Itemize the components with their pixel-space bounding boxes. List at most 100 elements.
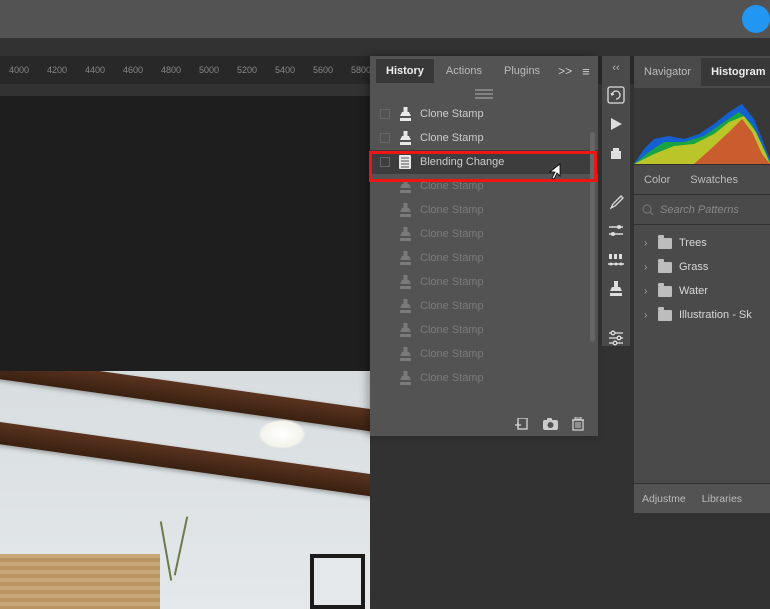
levels-icon[interactable] [606, 251, 626, 268]
document-image[interactable] [0, 371, 370, 609]
pattern-folder-label: Grass [679, 261, 708, 273]
sliders-icon[interactable] [606, 223, 626, 240]
history-item[interactable]: Blending Change [370, 150, 598, 174]
collapse-arrows-icon[interactable]: ‹‹ [612, 62, 619, 74]
history-item-label: Clone Stamp [420, 348, 484, 360]
ruler-tick: 5000 [190, 65, 228, 75]
folder-icon [658, 262, 672, 273]
ruler-tick: 4200 [38, 65, 76, 75]
panel-menu-icon[interactable]: ≡ [578, 64, 594, 79]
history-visibility-toggle[interactable] [380, 301, 390, 311]
delete-state-icon[interactable] [572, 417, 584, 431]
pattern-folder-item[interactable]: ›Trees [634, 231, 770, 255]
history-item[interactable]: Clone Stamp [370, 126, 598, 150]
collapsed-panel-dock: ‹‹ [602, 56, 630, 346]
history-item-label: Clone Stamp [420, 180, 484, 192]
right-panel-group: Navigator Histogram Color Swatches Searc… [634, 56, 770, 513]
ruler-tick: 4800 [152, 65, 190, 75]
chevron-right-icon: › [644, 310, 651, 321]
history-item[interactable]: Clone Stamp [370, 270, 598, 294]
history-item[interactable]: Clone Stamp [370, 174, 598, 198]
play-icon[interactable] [606, 116, 626, 133]
account-avatar[interactable] [742, 5, 770, 33]
history-item[interactable]: Clone Stamp [370, 102, 598, 126]
tab-adjustments[interactable]: Adjustme [634, 486, 694, 512]
chevron-right-icon: › [644, 286, 651, 297]
ceiling-beam [0, 371, 370, 432]
history-visibility-toggle[interactable] [380, 325, 390, 335]
patterns-search[interactable]: Search Patterns [634, 194, 770, 224]
history-panel: History Actions Plugins >> ≡ Clone Stamp… [370, 56, 598, 436]
create-snapshot-icon[interactable] [543, 418, 558, 430]
history-item[interactable]: Clone Stamp [370, 342, 598, 366]
expand-panels-icon[interactable]: >> [554, 64, 576, 78]
pattern-folder-item[interactable]: › Water [634, 279, 770, 303]
history-snapshot-bar[interactable] [370, 86, 598, 102]
tab-histogram[interactable]: Histogram [701, 58, 770, 86]
pattern-folder-label: Illustration - Sk [679, 309, 752, 321]
ruler-tick: 5400 [266, 65, 304, 75]
history-swirl-icon[interactable] [606, 86, 626, 104]
history-visibility-toggle[interactable] [380, 349, 390, 359]
history-visibility-toggle[interactable] [380, 157, 390, 167]
tab-plugins[interactable]: Plugins [494, 59, 550, 83]
history-panel-footer [370, 412, 598, 436]
tab-swatches[interactable]: Swatches [680, 167, 748, 193]
clone-stamp-icon [398, 299, 412, 314]
clone-stamp-icon [398, 371, 412, 386]
cursor-pointer-icon [546, 163, 561, 181]
clone-stamp-icon [398, 131, 412, 146]
building-icon[interactable] [606, 145, 626, 162]
clone-stamp-icon [398, 179, 412, 194]
history-item-label: Clone Stamp [420, 132, 484, 144]
history-visibility-toggle[interactable] [380, 181, 390, 191]
chevron-right-icon: › [644, 238, 651, 249]
clone-stamp-icon [398, 347, 412, 362]
history-item[interactable]: Clone Stamp [370, 198, 598, 222]
history-item[interactable]: Clone Stamp [370, 318, 598, 342]
chevron-right-icon: › [644, 262, 651, 273]
history-visibility-toggle[interactable] [380, 277, 390, 287]
history-list: Clone StampClone StampBlending ChangeClo… [370, 102, 598, 412]
history-visibility-toggle[interactable] [380, 253, 390, 263]
tab-history[interactable]: History [376, 59, 434, 83]
new-document-from-state-icon[interactable] [515, 418, 529, 431]
scrollbar[interactable] [590, 132, 595, 342]
ruler-tick: 5200 [228, 65, 266, 75]
history-item[interactable]: Clone Stamp [370, 366, 598, 390]
search-icon [642, 204, 654, 216]
history-item-label: Clone Stamp [420, 300, 484, 312]
wall-frame [310, 554, 365, 609]
tab-color[interactable]: Color [634, 167, 680, 193]
options-bar [0, 38, 770, 56]
brush-icon[interactable] [606, 194, 626, 211]
histogram-display [634, 88, 770, 164]
clone-stamp-icon [398, 251, 412, 266]
history-item[interactable]: Clone Stamp [370, 294, 598, 318]
pattern-folder-label: Water [679, 285, 708, 297]
tab-navigator[interactable]: Navigator [634, 58, 701, 86]
history-item[interactable]: Clone Stamp [370, 246, 598, 270]
ceiling-beam [0, 417, 370, 497]
ceiling-light [258, 419, 306, 449]
history-item-label: Clone Stamp [420, 324, 484, 336]
clone-stamp-icon [398, 203, 412, 218]
pattern-folder-item[interactable]: › Grass [634, 255, 770, 279]
bottom-tabs: Adjustme Libraries [634, 483, 770, 513]
adjustments-icon[interactable] [606, 329, 626, 346]
history-visibility-toggle[interactable] [380, 229, 390, 239]
history-visibility-toggle[interactable] [380, 205, 390, 215]
stamp-tool-icon[interactable] [606, 280, 626, 297]
history-item[interactable]: Clone Stamp [370, 222, 598, 246]
pattern-folder-item[interactable]: › Illustration - Sk [634, 303, 770, 327]
history-item-label: Clone Stamp [420, 276, 484, 288]
document-icon [398, 155, 412, 169]
tab-actions[interactable]: Actions [436, 59, 492, 83]
history-visibility-toggle[interactable] [380, 109, 390, 119]
history-visibility-toggle[interactable] [380, 133, 390, 143]
history-item-label: Blending Change [420, 156, 504, 168]
tab-libraries[interactable]: Libraries [694, 486, 750, 512]
search-placeholder: Search Patterns [660, 204, 739, 216]
folder-icon [658, 286, 672, 297]
history-visibility-toggle[interactable] [380, 373, 390, 383]
